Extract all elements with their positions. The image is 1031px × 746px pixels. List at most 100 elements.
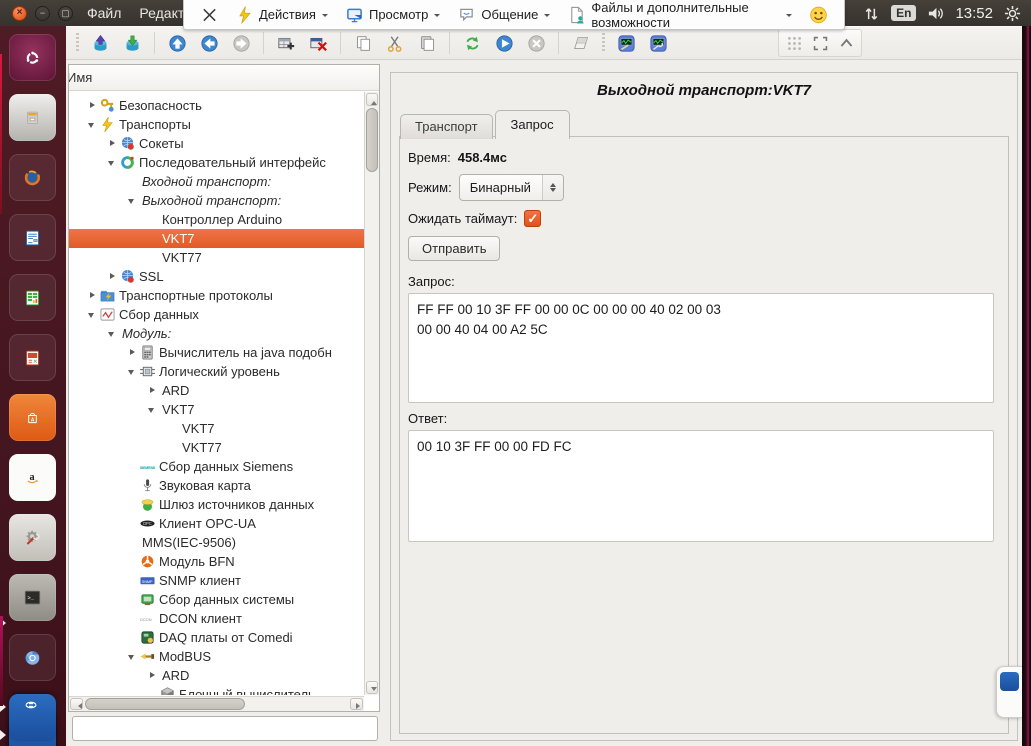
scroll-left-button[interactable] <box>70 698 83 710</box>
dock-item-libreoffice-calc[interactable] <box>9 274 56 321</box>
add-item-button[interactable] <box>271 29 301 57</box>
db-load-button[interactable] <box>85 29 115 57</box>
response-textarea[interactable]: 00 10 3F FF 00 00 FD FC <box>408 430 994 542</box>
dock-item-firefox[interactable] <box>9 154 56 201</box>
tree-item-VKT7[interactable]: VKT7 <box>69 419 364 438</box>
tree-expander-icon[interactable] <box>125 362 140 381</box>
tree-item-Блочный-вычислитель[interactable]: Блочный вычислитель <box>69 685 364 695</box>
tree-item-VKT7[interactable]: VKT7 <box>69 229 364 248</box>
tree-expander-icon[interactable] <box>125 191 140 210</box>
start-button[interactable] <box>489 29 519 57</box>
tab-Запрос[interactable]: Запрос <box>495 110 570 139</box>
tree-item-ModBUS[interactable]: ModBUS <box>69 647 364 666</box>
actions-menu[interactable]: Действия <box>227 0 337 29</box>
session-close[interactable] <box>192 0 227 29</box>
refresh-button[interactable] <box>457 29 487 57</box>
files-extras-menu[interactable]: Файлы и дополнительные возможности <box>559 0 801 29</box>
tree-expander-icon[interactable] <box>145 666 160 685</box>
nav-back-button[interactable] <box>194 29 224 57</box>
db-save-button[interactable] <box>117 29 147 57</box>
tree-expander-icon[interactable] <box>125 647 140 666</box>
tree-expander-icon[interactable] <box>105 134 120 153</box>
nav-forward-button[interactable] <box>226 29 256 57</box>
clear-button[interactable] <box>566 29 596 57</box>
tree-item-SNMP-клиент[interactable]: SNMPSNMP клиент <box>69 571 364 590</box>
toolbar-handle[interactable] <box>76 33 79 53</box>
tree-expander-icon[interactable] <box>145 400 160 419</box>
maximize-window-button[interactable]: ▢ <box>58 6 73 21</box>
tree-expander-icon[interactable] <box>85 286 100 305</box>
request-textarea[interactable]: FF FF 00 10 3F FF 00 00 0C 00 00 00 40 0… <box>408 293 994 403</box>
toolbar-handle[interactable] <box>602 33 605 53</box>
tree-item-Последовательный-интерфейс[interactable]: Последовательный интерфейс <box>69 153 364 172</box>
minimize-window-button[interactable]: − <box>35 6 50 21</box>
paste-button[interactable] <box>412 29 442 57</box>
dock-item-amazon[interactable]: a <box>9 454 56 501</box>
tree-item-Выходной-транспорт[interactable]: Выходной транспорт: <box>69 191 364 210</box>
dock-item-ubuntu-software[interactable]: A <box>9 394 56 441</box>
tree-item-Клиент-OPC-UA[interactable]: OPCКлиент OPC-UA <box>69 514 364 533</box>
tree-item-Сокеты[interactable]: Сокеты <box>69 134 364 153</box>
view-menu[interactable]: Просмотр <box>337 0 449 29</box>
dock-item-libreoffice-writer[interactable] <box>9 214 56 261</box>
tree-item-ARD[interactable]: ARD <box>69 381 364 400</box>
remove-item-button[interactable] <box>303 29 333 57</box>
tree-item-Модуль[interactable]: Модуль: <box>69 324 364 343</box>
combo-spinner[interactable] <box>542 175 563 200</box>
tree-expander-icon[interactable] <box>105 267 120 286</box>
dev-tune-button[interactable] <box>643 29 673 57</box>
menu-Файл[interactable]: Файл <box>87 5 121 21</box>
collapse-button[interactable] <box>834 31 858 55</box>
feedback-smiley[interactable] <box>801 0 836 29</box>
tree-item-Модуль-BFN[interactable]: Модуль BFN <box>69 552 364 571</box>
tree-item-VKT77[interactable]: VKT77 <box>69 438 364 457</box>
tree-item-Звуковая-карта[interactable]: Звуковая карта <box>69 476 364 495</box>
tree-item-Транспортные-протоколы[interactable]: Транспортные протоколы <box>69 286 364 305</box>
tree-expander-icon[interactable] <box>105 153 120 172</box>
tree-item-VKT7[interactable]: VKT7 <box>69 400 364 419</box>
copy-button[interactable] <box>348 29 378 57</box>
clock[interactable]: 13:52 <box>955 5 993 22</box>
tree-expander-icon[interactable] <box>105 324 120 343</box>
vertical-scroll-thumb[interactable] <box>366 108 378 172</box>
send-button[interactable]: Отправить <box>408 236 500 261</box>
tree-vertical-scrollbar[interactable] <box>364 92 379 695</box>
tree-expander-icon[interactable] <box>125 343 140 362</box>
scroll-down-button[interactable] <box>366 681 378 694</box>
scroll-up-button[interactable] <box>366 93 378 106</box>
dock-item-file-manager[interactable] <box>9 94 56 141</box>
tree-item-Сбор-данных[interactable]: Сбор данных <box>69 305 364 324</box>
tree-expander-icon[interactable] <box>85 115 100 134</box>
tree-item-DAQ-платы-от-Comedi[interactable]: DAQ платы от Comedi <box>69 628 364 647</box>
dev-config-button[interactable] <box>611 29 641 57</box>
tree-item-DCON-клиент[interactable]: DCONDCON клиент <box>69 609 364 628</box>
tree-item-Безопасность[interactable]: Безопасность <box>69 96 364 115</box>
tree-expander-icon[interactable] <box>145 381 160 400</box>
dock-item-terminal[interactable]: >_ <box>9 574 56 621</box>
tree-expander-icon[interactable] <box>85 96 100 115</box>
mode-select[interactable]: Бинарный <box>459 174 564 201</box>
communicate-menu[interactable]: Общение <box>449 0 559 29</box>
close-window-button[interactable]: × <box>12 6 27 21</box>
tree-item-Шлюз-источников-данных[interactable]: Шлюз источников данных <box>69 495 364 514</box>
tree-item-Транспорты[interactable]: Транспорты <box>69 115 364 134</box>
nav-up-button[interactable] <box>162 29 192 57</box>
stop-button[interactable] <box>521 29 551 57</box>
scroll-right-button[interactable] <box>350 698 363 710</box>
tree-item-Логический-уровень[interactable]: Логический уровень <box>69 362 364 381</box>
tree-item-Вычислитель-на-java-подобн[interactable]: Вычислитель на java подобн <box>69 343 364 362</box>
dock-item-libreoffice-impress[interactable] <box>9 334 56 381</box>
dock-item-system-settings[interactable] <box>9 514 56 561</box>
tree-item-Контроллер-Arduino[interactable]: Контроллер Arduino <box>69 210 364 229</box>
horizontal-scroll-thumb[interactable] <box>85 698 245 710</box>
grid-button[interactable] <box>782 31 806 55</box>
dock-item-dash-home[interactable] <box>9 34 56 81</box>
fullscreen-button[interactable] <box>808 31 832 55</box>
timeout-checkbox[interactable] <box>524 210 541 227</box>
teamviewer-side-tab[interactable] <box>996 666 1022 718</box>
teamviewer-stack[interactable] <box>9 694 56 741</box>
keyboard-layout-indicator[interactable]: En <box>891 5 916 21</box>
tree-item-VKT77[interactable]: VKT77 <box>69 248 364 267</box>
tab-Транспорт[interactable]: Транспорт <box>400 114 493 139</box>
tree-expander-icon[interactable] <box>85 305 100 324</box>
